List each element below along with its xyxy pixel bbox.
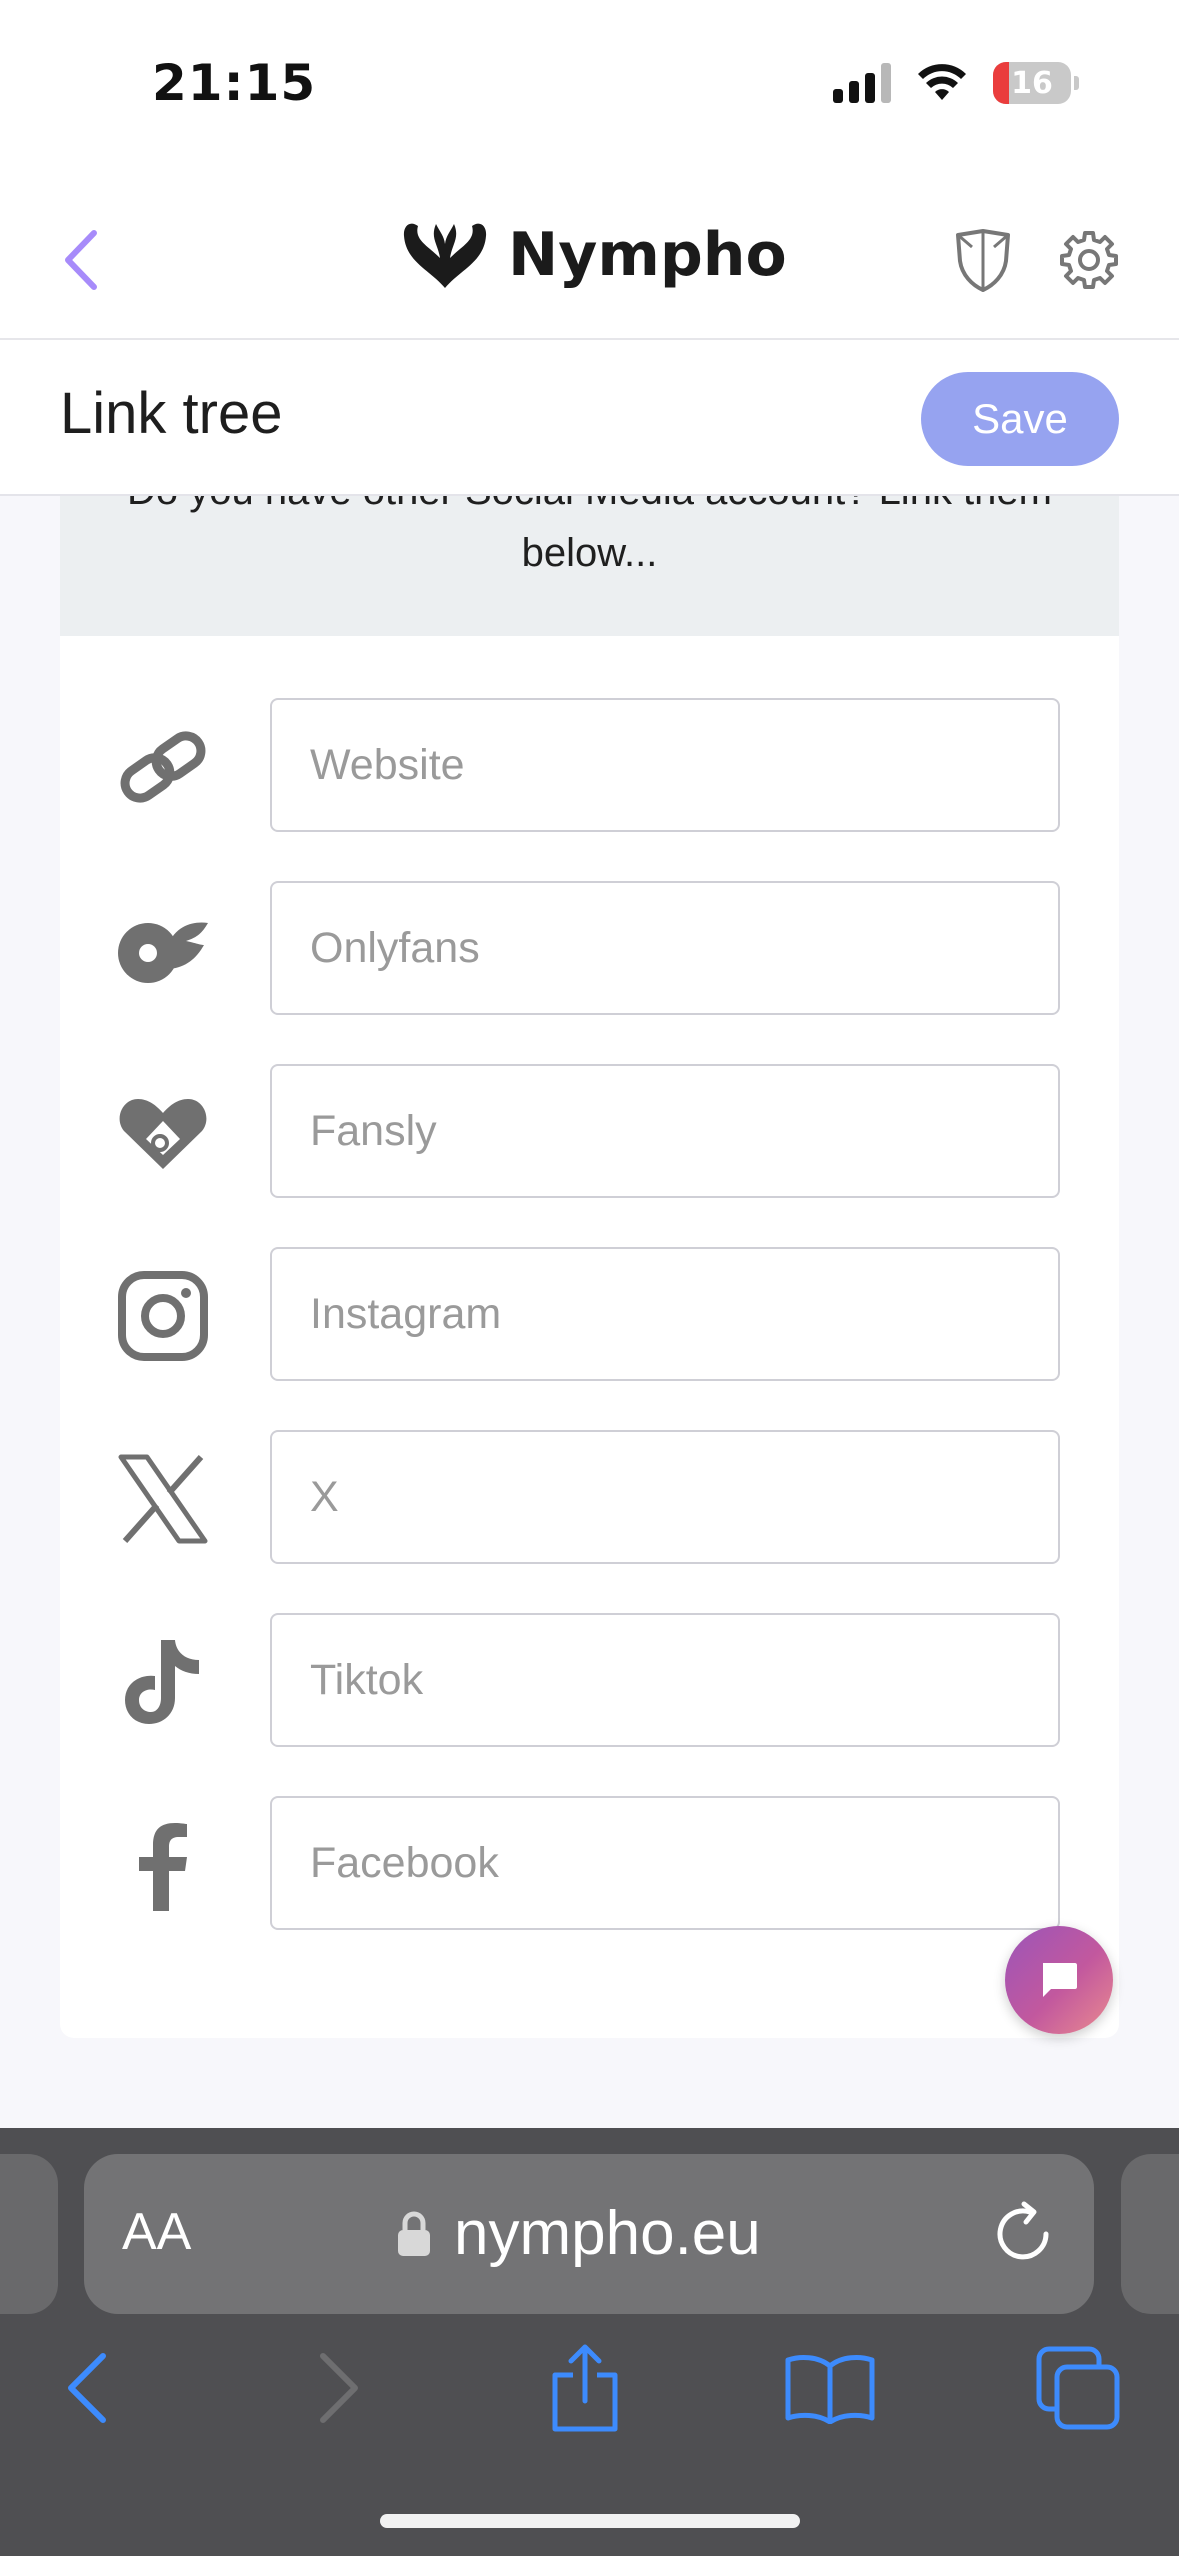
tabs-icon (1036, 2346, 1120, 2430)
browser-toolbar: AA nympho.eu (0, 2128, 1179, 2556)
x-icon (116, 1452, 210, 1546)
fansly-input[interactable] (270, 1064, 1060, 1198)
instagram-input[interactable] (270, 1247, 1060, 1381)
shield-button[interactable] (943, 220, 1023, 300)
instagram-icon (116, 1269, 210, 1363)
chat-bubble-icon (1043, 1963, 1077, 1997)
settings-button[interactable] (1049, 220, 1129, 300)
reload-icon[interactable] (988, 2198, 1058, 2268)
signal-icon (833, 63, 891, 103)
link-icon (116, 720, 210, 814)
status-icons: 16 (833, 62, 1079, 104)
battery-icon: 16 (993, 62, 1079, 104)
tiktok-input[interactable] (270, 1613, 1060, 1747)
lock-icon (398, 2211, 430, 2256)
back-button[interactable] (50, 222, 110, 298)
link-tree-card: Do you have other Social Media account? … (60, 440, 1119, 2038)
url-display[interactable]: nympho.eu (396, 2198, 761, 2269)
shield-icon (956, 229, 1010, 292)
link-row-facebook (60, 1796, 1119, 1930)
fansly-icon (116, 1086, 210, 1180)
link-row-onlyfans (60, 881, 1119, 1015)
tiktok-icon (116, 1635, 210, 1729)
tabs-button[interactable] (1028, 2338, 1128, 2438)
page-title: Link tree (60, 381, 283, 446)
x-input[interactable] (270, 1430, 1060, 1564)
link-row-website (60, 698, 1119, 832)
bookmarks-button[interactable] (780, 2338, 880, 2438)
back-icon (68, 2353, 106, 2423)
back-chevron-icon (65, 230, 97, 290)
battery-level: 16 (1011, 65, 1053, 101)
link-row-instagram (60, 1247, 1119, 1381)
onlyfans-input[interactable] (270, 881, 1060, 1015)
forward-icon (320, 2353, 358, 2423)
next-tab-preview[interactable] (1121, 2154, 1179, 2314)
status-bar: 21:15 16 (0, 0, 1179, 180)
logo-icon (403, 223, 487, 288)
home-indicator (380, 2514, 800, 2528)
onlyfans-icon (116, 903, 210, 997)
page-header: Link tree Save (0, 340, 1179, 496)
status-time: 21:15 (152, 54, 317, 112)
link-row-fansly (60, 1064, 1119, 1198)
address-bar[interactable]: AA nympho.eu (84, 2154, 1094, 2314)
share-icon (552, 2344, 618, 2432)
facebook-icon (116, 1818, 210, 1912)
wifi-icon (918, 64, 966, 100)
url-text: nympho.eu (454, 2199, 761, 2268)
brand-logo[interactable]: Nympho (400, 218, 787, 292)
text-size-button[interactable]: AA (122, 2202, 191, 2262)
save-button[interactable]: Save (921, 372, 1119, 466)
bookmarks-icon (785, 2355, 875, 2424)
gear-icon (1060, 231, 1118, 289)
chat-button[interactable] (1005, 1926, 1113, 2034)
link-row-tiktok (60, 1613, 1119, 1747)
website-input[interactable] (270, 698, 1060, 832)
brand-name: Nympho (508, 220, 787, 290)
previous-tab-preview[interactable] (0, 2154, 58, 2314)
share-button[interactable] (535, 2338, 635, 2438)
browser-forward-button[interactable] (290, 2338, 390, 2438)
link-row-x (60, 1430, 1119, 1564)
facebook-input[interactable] (270, 1796, 1060, 1930)
browser-back-button[interactable] (36, 2338, 136, 2438)
app-header: Nympho (0, 180, 1179, 340)
